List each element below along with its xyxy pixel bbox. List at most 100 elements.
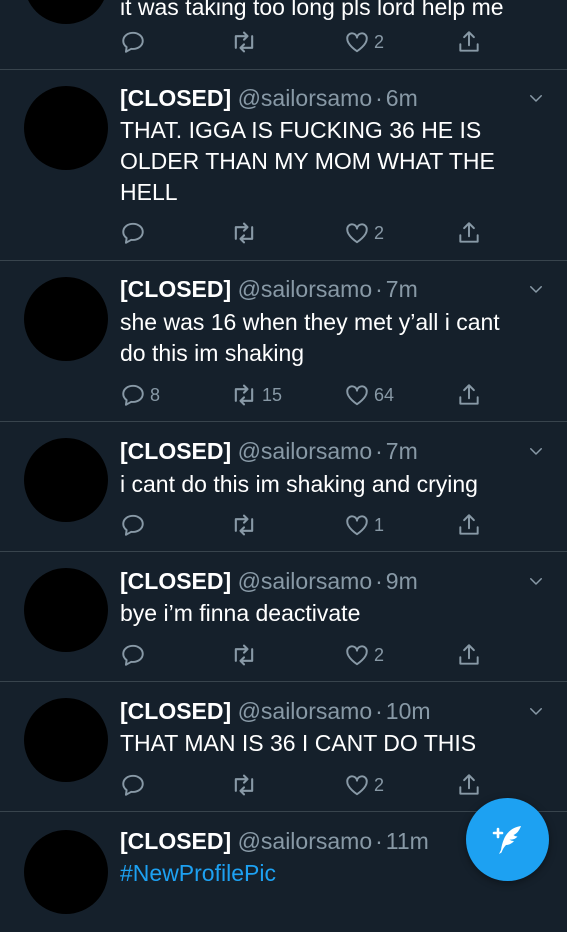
username[interactable]: @sailorsamo	[238, 698, 373, 724]
retweet-button[interactable]	[230, 641, 262, 669]
reply-button[interactable]	[120, 28, 146, 56]
tweet-text: bye i’m finna deactivate	[120, 600, 361, 626]
reply-button[interactable]	[120, 771, 150, 799]
display-name[interactable]: [CLOSED]	[120, 698, 231, 724]
timestamp[interactable]: 7m	[386, 438, 418, 464]
retweet-button[interactable]	[230, 28, 258, 56]
reply-button[interactable]	[120, 219, 150, 247]
reply-icon	[120, 512, 146, 538]
heart-icon	[344, 772, 370, 798]
chevron-down-icon[interactable]	[527, 280, 545, 298]
avatar[interactable]	[24, 86, 108, 170]
chevron-down-icon[interactable]	[527, 572, 545, 590]
share-button[interactable]	[456, 641, 482, 669]
tweet[interactable]: [CLOSED] @sailorsamo · 10m THAT MAN IS 36 …	[0, 682, 567, 812]
tweet-header: [CLOSED] @sailorsamo · 6m	[120, 83, 418, 113]
share-button[interactable]	[456, 511, 482, 539]
display-name[interactable]: [CLOSED]	[120, 85, 231, 111]
reply-icon	[120, 772, 146, 798]
username[interactable]: @sailorsamo	[238, 568, 373, 594]
tweet[interactable]: [CLOSED] @sailorsamo · 6m THAT. IGGA IS FU…	[0, 70, 567, 261]
avatar[interactable]	[24, 438, 108, 522]
timestamp[interactable]: 11m	[386, 828, 429, 854]
like-button[interactable]: 2	[344, 771, 384, 799]
heart-icon	[344, 220, 370, 246]
username[interactable]: @sailorsamo	[238, 85, 373, 111]
like-button[interactable]: 64	[344, 381, 394, 409]
avatar[interactable]	[24, 0, 108, 24]
retweet-button[interactable]	[230, 219, 262, 247]
tweet-actions: 2	[0, 771, 567, 799]
reply-icon	[120, 382, 146, 408]
reply-button[interactable]	[120, 511, 150, 539]
display-name[interactable]: [CLOSED]	[120, 276, 231, 302]
share-icon	[456, 642, 482, 668]
tweet-text: she was 16 when they met y’all i cant do…	[120, 309, 500, 366]
retweet-count: 15	[262, 384, 283, 405]
reply-count: 8	[150, 384, 161, 405]
separator-dot: ·	[375, 568, 383, 594]
avatar[interactable]	[24, 830, 108, 914]
tweet-actions: 2	[0, 641, 567, 669]
like-count: 1	[374, 514, 385, 535]
retweet-button[interactable]	[230, 511, 262, 539]
retweet-button[interactable]: 15	[230, 381, 282, 409]
username[interactable]: @sailorsamo	[238, 438, 373, 464]
heart-icon	[344, 642, 370, 668]
username[interactable]: @sailorsamo	[238, 276, 373, 302]
like-button[interactable]: 2	[344, 28, 384, 56]
separator-dot: ·	[375, 276, 383, 302]
timestamp[interactable]: 9m	[386, 568, 418, 594]
like-button[interactable]: 2	[344, 641, 384, 669]
tweet[interactable]: [CLOSED] @sailorsamo · 7m she was 16 when …	[0, 261, 567, 422]
compose-tweet-icon	[492, 825, 521, 854]
reply-button[interactable]	[120, 641, 150, 669]
share-button[interactable]	[456, 219, 482, 247]
share-icon	[456, 772, 482, 798]
tweet-text: i cant do this im shaking and crying	[120, 471, 478, 497]
reply-icon	[120, 29, 146, 55]
reply-icon	[120, 220, 146, 246]
heart-icon	[344, 512, 370, 538]
heart-icon	[344, 29, 370, 55]
share-icon	[456, 382, 482, 408]
like-count: 2	[374, 644, 385, 665]
tweet-header: [CLOSED] @sailorsamo · 7m	[120, 436, 418, 466]
avatar[interactable]	[24, 568, 108, 652]
display-name[interactable]: [CLOSED]	[120, 438, 231, 464]
share-button[interactable]	[456, 771, 482, 799]
share-button[interactable]	[456, 381, 482, 409]
timestamp[interactable]: 7m	[386, 276, 418, 302]
tweet-actions: 1	[0, 511, 567, 539]
like-count: 64	[374, 384, 395, 405]
tweet[interactable]: [CLOSED] @sailorsamo · 7m i cant do this i…	[0, 422, 567, 552]
retweet-button[interactable]	[230, 771, 262, 799]
tweet-header: [CLOSED] @sailorsamo · 11m	[120, 826, 429, 856]
like-button[interactable]: 1	[344, 511, 384, 539]
chevron-down-icon[interactable]	[527, 89, 545, 107]
avatar[interactable]	[24, 698, 108, 782]
tweet-header: [CLOSED] @sailorsamo · 9m	[120, 566, 418, 596]
timestamp[interactable]: 6m	[386, 85, 418, 111]
tweet-text: THAT. IGGA IS FUCKING 36 HE IS OLDER THA…	[120, 117, 495, 205]
tweet-text: THAT MAN IS 36 I CANT DO THIS	[120, 730, 477, 756]
share-button[interactable]	[456, 28, 482, 56]
retweet-icon	[230, 771, 258, 799]
timestamp[interactable]: 10m	[386, 698, 431, 724]
avatar[interactable]	[24, 277, 108, 361]
compose-tweet-button[interactable]	[466, 798, 549, 881]
display-name[interactable]: [CLOSED]	[120, 568, 231, 594]
like-count: 2	[374, 31, 385, 52]
display-name[interactable]: [CLOSED]	[120, 828, 231, 854]
reply-button[interactable]: 8	[120, 381, 160, 409]
retweet-icon	[230, 219, 258, 247]
tweet-partial[interactable]: it was taking too long pls lord help me …	[0, 0, 567, 70]
like-button[interactable]: 2	[344, 219, 384, 247]
share-icon	[456, 512, 482, 538]
chevron-down-icon[interactable]	[527, 442, 545, 460]
chevron-down-icon[interactable]	[527, 702, 545, 720]
username[interactable]: @sailorsamo	[238, 828, 373, 854]
reply-icon	[120, 642, 146, 668]
tweet[interactable]: [CLOSED] @sailorsamo · 9m bye i’m finna de…	[0, 552, 567, 682]
tweet-actions: 2	[0, 28, 567, 56]
